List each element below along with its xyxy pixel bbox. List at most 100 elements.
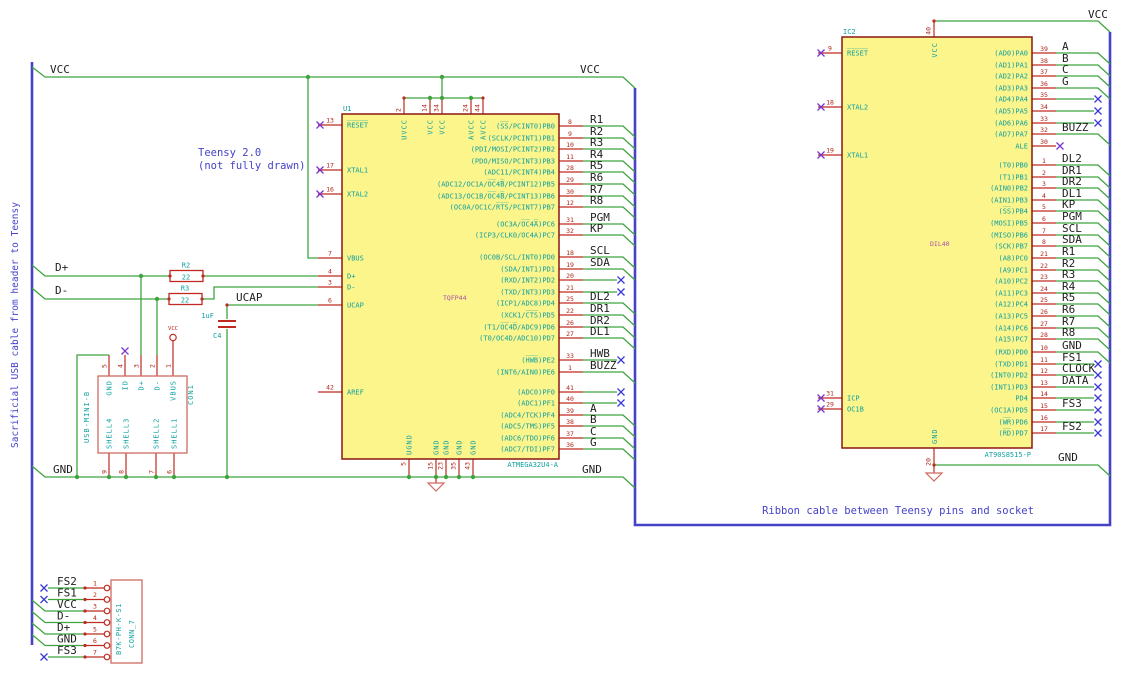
net-label-dplus[interactable]: D+ [55,261,69,274]
u1-pin-number: 2 [395,108,403,112]
net-label[interactable]: G [590,436,597,449]
u1-pin-number: 32 [566,227,574,235]
net-label[interactable]: FS3 [1062,397,1082,410]
net-label[interactable]: KP [590,222,604,235]
ic2-pin-number: 21 [1040,250,1048,258]
net-label[interactable]: SDA [590,256,610,269]
no-connect-x-icon [1094,95,1102,103]
component-layer [97,36,1033,664]
u1-pin-name: (OC0A/OC1C/R̅T̅S̅/PCINT7)PB7 [450,202,555,211]
ic2-footprint: DIL40 [930,240,950,248]
conn7-pin-circle [103,642,111,649]
conn7-pin-number: 5 [93,626,97,634]
u1-pin-number: 29 [566,176,574,184]
ic2-pin-name: PD4 [1015,395,1028,403]
u1-pin-number: 28 [566,164,574,172]
ic2-pin-number: 36 [1040,80,1048,88]
net-label[interactable]: BUZZ [590,359,617,372]
net-label[interactable]: DATA [1062,374,1089,387]
net-label-gnd[interactable]: GND [1058,451,1078,464]
ic2-pin-name: ALE [1015,143,1028,151]
vcc-net-wire [934,20,1111,33]
net-label-ucap[interactable]: UCAP [236,291,263,304]
dminus-wire-a [31,287,169,300]
ic2-pin-number: 12 [1040,367,1048,375]
junction-dot [138,273,144,279]
con1-pin-name: SHELL3 [123,418,131,449]
ic2-pin-number: 39 [1040,45,1048,53]
net-label-gnd[interactable]: GND [582,463,602,476]
net-label[interactable]: FS2 [1062,420,1082,433]
u1-pin-name: (SCLK/PCINT1)PB1 [488,135,555,143]
net-label-vcc[interactable]: VCC [50,63,70,76]
ic2-pin-number: 18 [826,99,834,107]
net-label[interactable]: DL1 [590,325,610,338]
net-label[interactable]: R8 [590,194,603,207]
u1-pin-number: 10 [566,141,574,149]
u1-pin-name: (T0/OC4D/ADC10)PD7 [479,335,555,343]
gnd-rail [31,465,636,489]
ic2-pin-number: 28 [1040,331,1048,339]
con1-pin-number: 8 [118,470,126,474]
net-label-gnd[interactable]: GND [53,463,73,476]
u1-pin-number: 37 [566,430,574,438]
pin-endpoint-dot [83,609,87,613]
ic2-pin-number: 38 [1040,57,1048,65]
ic2-pin-number: 22 [1040,262,1048,270]
con1-pin-name: SHELL2 [153,418,161,449]
junction-dot [468,95,474,101]
net-label[interactable]: FS3 [57,644,77,657]
net-label[interactable]: G [1062,75,1069,88]
net-label-vcc[interactable]: VCC [1088,8,1108,21]
net-label-vcc[interactable]: VCC [580,63,600,76]
u1-pin-number: 13 [326,117,334,125]
schematic-canvas[interactable]: U1TQFP44ATMEGA32U4-A13R̅E̅S̅E̅T̅17XTAL11… [0,0,1131,690]
u1-pin-name: AREF [347,389,364,397]
ic2-pin-name: ICP [847,395,860,403]
pin-endpoint-dot [201,274,205,278]
c4-reference: C4 [213,332,221,340]
u1-pin-name: (ADC13/OC1B/O̅C̅4̅B̅/PCINT13)PB6 [437,191,555,200]
con1-pin-number: 3 [133,364,141,368]
pin-endpoint-dot [200,297,204,301]
junction-dot [427,95,433,101]
net-label-dminus[interactable]: D- [55,284,68,297]
ic2-pin-name: (A15)PC7 [994,336,1028,344]
vbus-drop [307,77,318,259]
ic2-pin-number: 23 [1040,273,1048,281]
net-label[interactable]: R8 [1062,326,1075,339]
u1-pin-number: 11 [566,153,574,161]
ic2-pin-number: 29 [826,401,834,409]
u1-pin-number: 23 [437,462,445,470]
no-connect-x-icon [617,276,625,284]
conn7-pin-circle [103,653,111,661]
ic2-pin-name: XTAL1 [847,152,868,160]
no-connect-x-icon [1094,406,1102,414]
u1-pin-number: 7 [328,250,332,258]
ic2-pin-name: (TXD)PD1 [994,361,1028,369]
u1-pin-name: (OC0B/SCL/INT0)PD0 [479,254,555,262]
ic2-pin-number: 32 [1040,126,1048,134]
r2-reference: R2 [182,262,190,270]
junction-dot [406,474,412,480]
u1-pin-number: 9 [568,130,572,138]
u1-pin-name: (ICP1/ADC8)PD4 [496,300,555,308]
net-label[interactable]: BUZZ [1062,121,1089,134]
u1-pin-number: 30 [566,188,574,196]
u1-pin-number: 27 [566,330,574,338]
u1-pin-number: 38 [566,418,574,426]
ic2-pin-number: 26 [1040,308,1048,316]
ic2-pin-number: 25 [1040,296,1048,304]
no-connect-x-icon [617,288,625,296]
conn7-pin-number: 2 [93,591,97,599]
con1-part-name: USB-MINI-B [83,391,91,443]
u1-pin-name: (S̅S̅/PCINT0)PB0 [496,121,555,130]
ic2-pin-number: 19 [826,147,834,155]
pin-endpoint-dot [83,597,87,602]
junction-dot [470,474,476,480]
schematic-stage: U1 TQFP44 ATMEGA32U4-A 13 R̅E̅S̅E̅T̅ 17 XTAL1 1… [0,0,1131,690]
net-wire [583,268,636,281]
pin-endpoint-dot [83,632,87,636]
u1-pin-name: (PDO/MISO/PCINT3)PB3 [471,158,555,166]
u1-pin-number: 34 [433,104,441,112]
